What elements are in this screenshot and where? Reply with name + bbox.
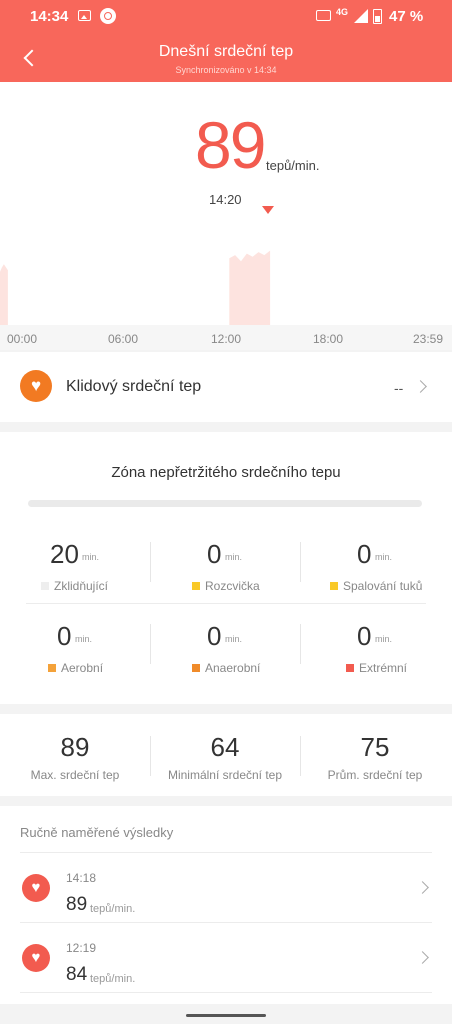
zone-value: 0 bbox=[357, 621, 372, 651]
zone-anaerobic: 0 min. Anaerobní bbox=[150, 622, 300, 682]
zone-label: Spalování tuků bbox=[343, 579, 423, 593]
zone-fat-burn: 0 min. Spalování tuků bbox=[300, 540, 450, 600]
zone-color-swatch bbox=[192, 664, 200, 672]
measurement-time: 12:19 bbox=[66, 941, 97, 955]
zone-label: Extrémní bbox=[359, 661, 408, 675]
chevron-right-icon bbox=[416, 881, 429, 894]
zone-warmup: 0 min. Rozcvička bbox=[150, 540, 300, 600]
stat-label: Prům. srdeční tep bbox=[327, 768, 423, 782]
divider bbox=[300, 624, 301, 664]
heart-rate-chart-section[interactable]: 89 tepů/min. 14:20 00:00 06:00 12:00 18:… bbox=[0, 82, 452, 350]
measurement-value: 89 bbox=[66, 894, 88, 915]
zone-unit: min. bbox=[375, 552, 393, 562]
zone-value: 0 bbox=[357, 539, 372, 569]
x-tick-label: 18:00 bbox=[313, 332, 344, 346]
selected-time: 14:20 bbox=[209, 192, 242, 207]
zone-label: Rozcvička bbox=[205, 579, 260, 593]
zone-progress-bar bbox=[28, 500, 422, 507]
app-header: 14:34 4G 47 % Dnešní srdeční tep Synchro… bbox=[0, 0, 452, 82]
zone-value: 0 bbox=[207, 621, 222, 651]
resting-heart-rate-value: -- bbox=[394, 380, 404, 396]
heart-rate-unit: tepů/min. bbox=[266, 158, 320, 173]
zone-color-swatch bbox=[346, 664, 354, 672]
x-tick-label: 00:00 bbox=[7, 332, 38, 346]
heart-rate-summary: 89 Max. srdeční tep 64 Minimální srdeční… bbox=[0, 714, 452, 796]
zone-label: Aerobní bbox=[61, 661, 104, 675]
zone-color-swatch bbox=[41, 582, 49, 590]
divider bbox=[20, 852, 432, 853]
app-notification-icon bbox=[100, 8, 116, 24]
measurement-value: 84 bbox=[66, 964, 88, 985]
divider bbox=[20, 992, 432, 993]
status-time: 14:34 bbox=[30, 8, 69, 25]
heart-icon: ♥ bbox=[22, 944, 50, 972]
page-title: Dnešní srdeční tep bbox=[158, 43, 294, 60]
time-marker-icon[interactable] bbox=[262, 206, 274, 214]
x-tick-label: 12:00 bbox=[211, 332, 242, 346]
zone-unit: min. bbox=[225, 634, 243, 644]
divider bbox=[300, 542, 301, 582]
battery-icon bbox=[373, 9, 382, 24]
battery-percent: 47 % bbox=[389, 8, 424, 25]
zone-unit: min. bbox=[225, 552, 243, 562]
zone-unit: min. bbox=[75, 634, 93, 644]
resting-heart-rate-row[interactable]: ♥ Klidový srdeční tep -- bbox=[0, 352, 452, 422]
status-bar: 14:34 4G 47 % bbox=[0, 0, 452, 34]
measurement-unit: tepů/min. bbox=[90, 903, 136, 915]
x-tick-label: 06:00 bbox=[108, 332, 139, 346]
navigation-bar bbox=[0, 1004, 452, 1024]
zone-unit: min. bbox=[375, 634, 393, 644]
chart-area-segment-0 bbox=[0, 264, 8, 325]
divider bbox=[150, 736, 151, 776]
zone-color-swatch bbox=[48, 664, 56, 672]
zone-color-swatch bbox=[192, 582, 200, 590]
resting-heart-rate-label: Klidový srdeční tep bbox=[66, 378, 202, 395]
avg-heart-rate: 75 Prům. srdeční tep bbox=[300, 714, 450, 796]
chart-area-segment-1 bbox=[229, 250, 271, 325]
home-handle[interactable] bbox=[186, 1014, 266, 1017]
heart-icon: ♥ bbox=[20, 370, 52, 402]
zone-label: Anaerobní bbox=[205, 661, 261, 675]
divider bbox=[26, 603, 426, 604]
heart-icon: ♥ bbox=[22, 874, 50, 902]
chevron-right-icon bbox=[416, 951, 429, 964]
measurement-time: 14:18 bbox=[66, 871, 97, 885]
zone-value: 0 bbox=[207, 539, 222, 569]
zone-extreme: 0 min. Extrémní bbox=[300, 622, 450, 682]
zone-color-swatch bbox=[330, 582, 338, 590]
x-tick-label: 23:59 bbox=[413, 332, 444, 346]
zones-title: Zóna nepřetržitého srdečního tepu bbox=[111, 464, 341, 481]
zone-label: Zklidňující bbox=[54, 579, 109, 593]
image-icon bbox=[78, 10, 91, 21]
stat-value: 89 bbox=[60, 732, 90, 762]
chevron-right-icon bbox=[414, 380, 427, 393]
stat-label: Minimální srdeční tep bbox=[167, 768, 283, 782]
current-heart-rate: 89 bbox=[195, 108, 266, 182]
network-type: 4G bbox=[336, 7, 349, 17]
zone-value: 0 bbox=[57, 621, 72, 651]
zone-aerobic: 0 min. Aerobní bbox=[0, 622, 150, 682]
heart-rate-zones: Zóna nepřetržitého srdečního tepu 20 min… bbox=[0, 432, 452, 704]
stat-label: Max. srdeční tep bbox=[30, 768, 120, 782]
divider bbox=[300, 736, 301, 776]
sync-status: Synchronizováno v 14:34 bbox=[175, 65, 277, 75]
volte-icon bbox=[316, 10, 331, 21]
signal-icon bbox=[354, 9, 368, 23]
zone-calm: 20 min. Zklidňující bbox=[0, 540, 150, 600]
measurement-unit: tepů/min. bbox=[90, 973, 136, 985]
divider bbox=[150, 542, 151, 582]
zone-unit: min. bbox=[82, 552, 100, 562]
divider bbox=[150, 624, 151, 664]
max-heart-rate: 89 Max. srdeční tep bbox=[0, 714, 150, 796]
stat-value: 64 bbox=[210, 732, 240, 762]
stat-value: 75 bbox=[360, 732, 390, 762]
divider bbox=[20, 922, 432, 923]
min-heart-rate: 64 Minimální srdeční tep bbox=[150, 714, 300, 796]
zone-value: 20 bbox=[50, 539, 79, 569]
manual-measurements: Ručně naměřené výsledky ♥ 14:18 89 tepů/… bbox=[0, 806, 452, 1004]
manual-title: Ručně naměřené výsledky bbox=[20, 825, 174, 840]
